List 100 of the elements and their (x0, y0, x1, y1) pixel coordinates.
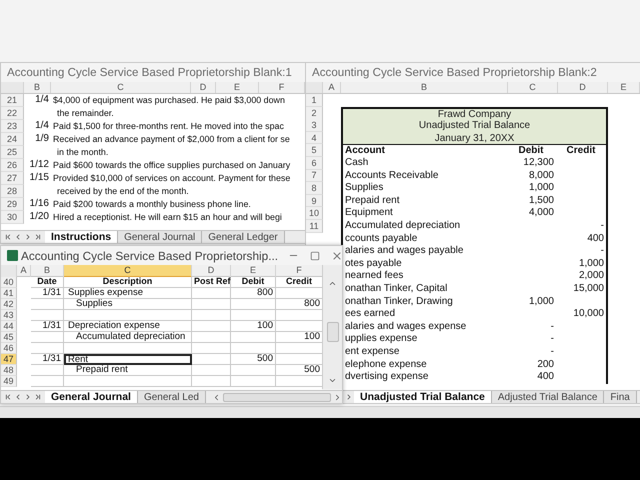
credit-cell-text: 100 (303, 332, 321, 342)
row-header[interactable]: 42 (1, 299, 17, 310)
sheet-tab[interactable]: Unadjusted Trial Balance (354, 391, 492, 403)
window-title: Accounting Cycle Service Based Proprietorship Blank:1 (6, 65, 293, 81)
row-header[interactable]: 4 (306, 132, 323, 144)
date-cell-text: 1/31 (42, 354, 62, 364)
instruction-text: Paid $1,500 for three-months rent. He moved into the spac (52, 122, 285, 132)
sheet-tab[interactable]: General Led (138, 391, 206, 403)
credit-cell-text: - (600, 220, 605, 232)
row-header[interactable]: 25 (1, 146, 24, 159)
sheet-tab[interactable]: General Journal (45, 391, 138, 403)
row-header[interactable]: 5 (306, 144, 323, 157)
date-cell-text: 1/12 (28, 160, 50, 171)
row-header[interactable]: 29 (1, 198, 24, 211)
next-sheet-icon[interactable] (24, 393, 32, 401)
row-header[interactable]: 11 (306, 220, 323, 233)
row-header[interactable]: 8 (306, 182, 323, 195)
row-header[interactable]: 23 (1, 120, 24, 133)
window-title: Accounting Cycle Service Based Proprietorship... (21, 248, 278, 262)
row-header[interactable]: 28 (1, 185, 24, 198)
row-header[interactable]: 26 (1, 159, 24, 172)
restore-icon[interactable] (310, 250, 320, 260)
scroll-up-icon[interactable] (328, 279, 337, 288)
sheet-tab[interactable]: General Ledger (202, 231, 285, 243)
row-header[interactable]: 47 (1, 354, 17, 365)
column-header[interactable]: E (608, 82, 640, 93)
row-header[interactable]: 30 (1, 211, 24, 224)
column-heading: Debit (518, 146, 544, 156)
row-header[interactable]: 46 (1, 343, 17, 354)
sheet-tab[interactable]: Adjusted Trial Balance (492, 391, 604, 403)
row-header[interactable]: 10 (306, 207, 323, 220)
row-header[interactable]: 40 (1, 277, 17, 288)
row-header[interactable]: 2 (306, 106, 323, 120)
window-title: Accounting Cycle Service Based Proprietorship Blank:2 (311, 65, 598, 81)
scroll-right-icon[interactable] (333, 392, 342, 402)
date-cell-text: 1/31 (42, 288, 62, 298)
vertical-scrollbar[interactable] (322, 265, 342, 389)
column-header[interactable]: A (323, 82, 341, 93)
column-header[interactable]: D (558, 82, 608, 93)
description-cell-text: Depreciation expense (67, 321, 161, 331)
row-header[interactable]: 22 (1, 107, 24, 120)
description-cell-text: Accumulated depreciation (75, 332, 186, 342)
debit-cell-text: 400 (536, 372, 555, 383)
credit-cell-text: 500 (303, 365, 321, 375)
row-header[interactable]: 49 (1, 376, 17, 387)
column-heading: Account (344, 146, 386, 156)
sheet-tab[interactable]: Fina (604, 391, 637, 403)
previous-sheet-icon[interactable] (14, 393, 22, 401)
row-header[interactable]: 21 (1, 94, 24, 107)
instruction-text: in the month. (56, 148, 110, 158)
account-cell-text: alaries and wages payable (344, 246, 464, 257)
row-header[interactable]: 45 (1, 332, 17, 343)
instruction-text: Paid $600 towards the office supplies purchased on January (52, 160, 292, 170)
row-header[interactable]: 48 (1, 365, 17, 376)
row-header[interactable]: 7 (306, 170, 323, 182)
close-icon[interactable] (331, 250, 342, 262)
scroll-thumb[interactable] (223, 392, 331, 402)
account-cell-text: ent expense (344, 346, 400, 358)
next-sheet-icon[interactable] (345, 393, 353, 401)
debit-cell-text: - (550, 322, 555, 332)
horizontal-scrollbar[interactable] (212, 391, 342, 403)
row-header[interactable]: 43 (1, 310, 17, 321)
row-header[interactable]: 24 (1, 133, 24, 146)
column-header[interactable]: C (508, 82, 558, 93)
debit-cell-text: - (550, 346, 555, 358)
column-header[interactable]: E (216, 82, 259, 93)
row-header[interactable]: 9 (306, 194, 323, 208)
column-heading: Debit (240, 277, 266, 287)
row-header[interactable]: 3 (306, 119, 323, 132)
account-cell-text: dvertising expense (344, 372, 430, 383)
credit-cell-text: 15,000 (572, 284, 605, 294)
scroll-thumb[interactable] (326, 322, 338, 342)
row-header[interactable]: 41 (1, 288, 17, 299)
column-header[interactable]: B (24, 82, 51, 93)
column-header[interactable]: D (191, 82, 216, 93)
column-header[interactable]: C (51, 82, 191, 93)
date-cell-text: 1/9 (34, 134, 50, 145)
column-header[interactable]: B (341, 82, 508, 93)
previous-sheet-icon[interactable] (14, 233, 22, 241)
row-header[interactable]: 44 (1, 321, 17, 332)
last-sheet-icon[interactable] (34, 233, 42, 241)
last-sheet-icon[interactable] (34, 393, 42, 401)
account-cell-text: Equipment (344, 208, 394, 219)
scroll-down-icon[interactable] (328, 376, 337, 385)
first-sheet-icon[interactable] (4, 233, 12, 241)
first-sheet-icon[interactable] (4, 393, 12, 401)
next-sheet-icon[interactable] (24, 233, 32, 241)
row-header[interactable]: 6 (306, 156, 323, 170)
account-cell-text: Cash (344, 158, 370, 169)
sheet-tab[interactable]: Instructions (45, 231, 118, 243)
sheet-tab[interactable]: General Journal (118, 231, 202, 243)
scroll-left-icon[interactable] (212, 392, 221, 402)
row-header[interactable]: 1 (306, 94, 323, 107)
row-header[interactable]: 27 (1, 172, 24, 185)
column-heading: Description (102, 277, 154, 287)
active-cell[interactable]: Rent (64, 354, 192, 365)
debit-cell-text: 1,500 (528, 196, 555, 206)
column-header[interactable]: C (64, 265, 192, 278)
date-column-cell (31, 376, 64, 387)
account-cell-text: Supplies (344, 183, 384, 194)
